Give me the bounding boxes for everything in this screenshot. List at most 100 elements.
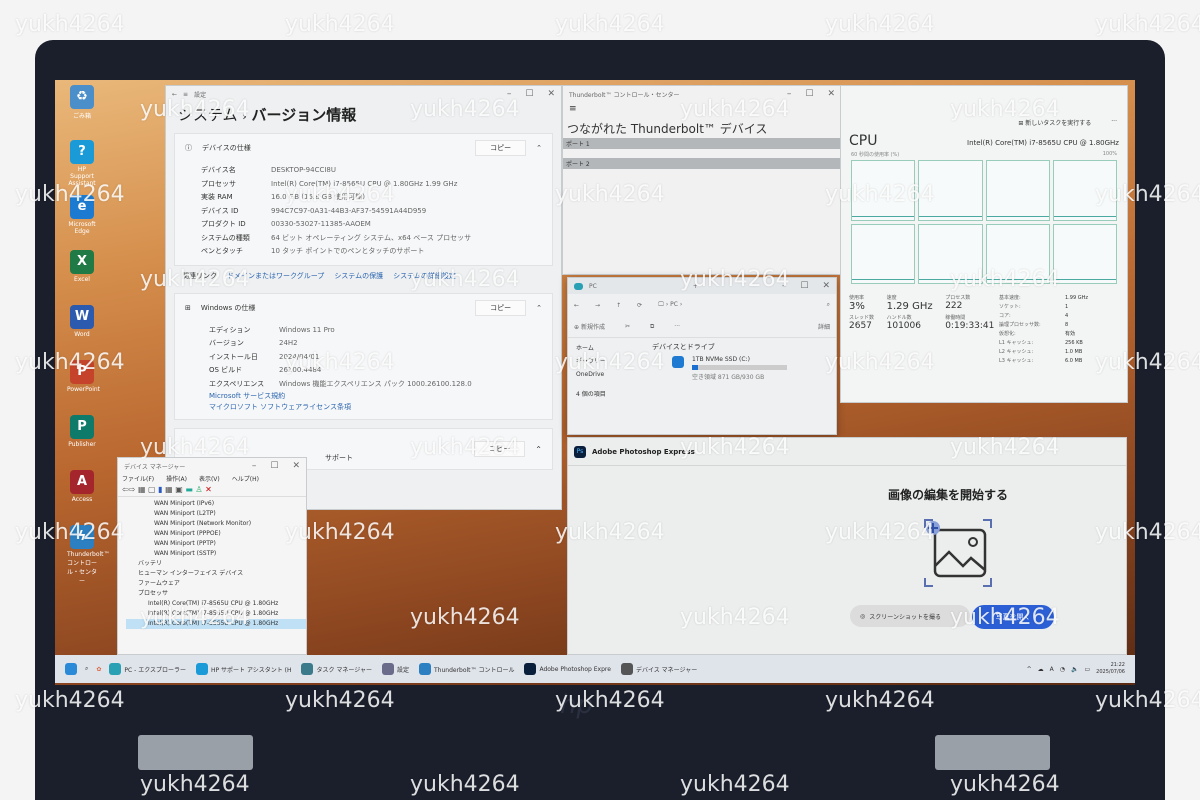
back-icon[interactable]: ← <box>172 91 177 98</box>
link-service-terms[interactable]: Microsoft サービス規約 <box>209 391 542 402</box>
address-bar[interactable]: 🖵 › PC › <box>658 301 682 309</box>
hamburger-icon[interactable]: ≡ <box>563 102 841 116</box>
uninstall-icon[interactable]: ✕ <box>205 485 212 494</box>
desktop-icon[interactable]: ♻ ごみ箱 <box>67 85 97 120</box>
taskbar-app[interactable]: タスク マネージャー <box>301 663 372 675</box>
tree-item[interactable]: WAN Miniport (IPv6) <box>126 499 306 509</box>
close-button[interactable]: ✕ <box>822 281 830 291</box>
desktop-icon[interactable]: P PowerPoint <box>67 360 100 393</box>
forward-icon[interactable]: ⇨ <box>129 485 136 494</box>
chevron-up-icon[interactable]: ⌃ <box>536 304 542 312</box>
desktop-icon[interactable]: W Word <box>67 305 97 338</box>
search-icon[interactable]: ⌕ <box>85 665 88 673</box>
close-button[interactable]: ✕ <box>547 89 555 99</box>
more-icon[interactable]: ··· <box>674 323 680 330</box>
drive-c[interactable]: 1TB NVMe SSD (C:) 空き領域 871 GB/930 GB <box>672 356 787 381</box>
up-icon[interactable]: ↑ <box>616 302 621 309</box>
tree-item[interactable]: WAN Miniport (L2TP) <box>126 509 306 519</box>
minimize-button[interactable]: – <box>252 461 257 471</box>
taskbar-app[interactable]: 設定 <box>381 663 409 675</box>
screenshot-button[interactable]: ◎ スクリーンショットを撮る <box>850 605 970 627</box>
port-1[interactable]: ポート 1 <box>563 138 841 149</box>
tab-pc[interactable]: PC <box>589 283 597 290</box>
chevron-up-icon[interactable]: ⌃ <box>536 144 542 152</box>
menu-icon[interactable]: ≡ <box>183 91 188 98</box>
tree-item-cpu[interactable]: Intel(R) Core(TM) i7-8565U CPU @ 1.80GHz <box>126 609 306 619</box>
taskbar-app[interactable]: HP サポート アシスタント (H <box>196 663 291 675</box>
tree-item[interactable]: WAN Miniport (PPPOE) <box>126 529 306 539</box>
detail-value: 6.0 MB <box>1065 358 1083 364</box>
system-tray[interactable]: ^ ☁ A ◔ 🔈 ▭ 21:22 2025/07/06 <box>1027 662 1125 676</box>
maximize-button[interactable]: ☐ <box>525 89 533 99</box>
tree-category[interactable]: プロセッサ <box>126 589 306 599</box>
port-2[interactable]: ポート 2 <box>563 158 841 169</box>
forward-icon[interactable]: → <box>595 302 600 309</box>
back-icon[interactable]: ← <box>574 302 579 309</box>
taskbar-app[interactable]: PC - エクスプローラー <box>109 663 186 675</box>
tree-item[interactable]: WAN Miniport (PPTP) <box>126 539 306 549</box>
tree-category[interactable]: ファームウェア <box>126 579 306 589</box>
desktop-icon[interactable]: ϟ Thunderbolt™ コントロール・センター <box>67 525 110 585</box>
refresh-icon[interactable]: ⟳ <box>637 302 642 309</box>
add-tab-icon[interactable]: + <box>693 283 698 290</box>
link-advanced[interactable]: システムの詳細設定 <box>393 271 456 281</box>
maximize-button[interactable]: ☐ <box>800 281 808 291</box>
taskbar-app[interactable]: デバイス マネージャー <box>620 663 697 675</box>
menu-item[interactable]: ヘルプ(H) <box>232 474 259 483</box>
spec-value: 26100.4484 <box>279 366 322 374</box>
copy-button[interactable]: コピー <box>474 441 526 457</box>
search-icon[interactable]: ⌕ <box>827 301 830 309</box>
more-icon[interactable]: ··· <box>1111 118 1117 127</box>
tree-item[interactable]: WAN Miniport (SSTP) <box>126 549 306 559</box>
tree-category[interactable]: ヒューマン インターフェイス デバイス <box>126 569 306 579</box>
app-name: 設定 <box>194 91 207 99</box>
tree-item-cpu[interactable]: Intel(R) Core(TM) i7-8565U CPU @ 1.80GHz <box>126 619 306 629</box>
app-icon <box>419 663 431 675</box>
copy-button[interactable]: コピー <box>475 299 527 316</box>
desktop-icon[interactable]: A Access <box>67 470 97 503</box>
spec-value: Windows 11 Pro <box>279 325 335 334</box>
details-button[interactable]: 詳細 <box>818 322 830 331</box>
chevron-up-icon[interactable]: ⌃ <box>535 445 542 454</box>
wifi-icon: ◔ <box>1059 665 1066 673</box>
nav-gallery[interactable]: ギャラリー <box>576 355 640 368</box>
menu-item[interactable]: 操作(A) <box>166 474 187 483</box>
taskbar-app[interactable]: Thunderbolt™ コントロール <box>419 663 514 675</box>
minimize-button[interactable]: – <box>782 281 787 291</box>
detail-row: コア: 4 <box>999 312 1088 321</box>
desktop-icon[interactable]: ? HP Support Assistant <box>67 140 97 187</box>
desktop-icon[interactable]: X Excel <box>67 250 97 283</box>
menu-item[interactable]: ファイル(F) <box>122 474 154 483</box>
detail-label: L2 キャッシュ: <box>999 349 1034 355</box>
watermark: yukh4264 <box>555 12 665 37</box>
link-license[interactable]: マイクロソフト ソフトウェアライセンス条項 <box>209 402 542 413</box>
cut-icon[interactable]: ✂ <box>625 323 630 330</box>
link-protection[interactable]: システムの保護 <box>334 271 383 281</box>
desktop-icon[interactable]: P Publisher <box>67 415 97 448</box>
clock[interactable]: 21:22 2025/07/06 <box>1096 662 1125 676</box>
taskbar-app[interactable]: Adobe Photoshop Expre <box>524 663 611 675</box>
minimize-button[interactable]: – <box>787 89 792 99</box>
run-task-button[interactable]: ⊞ 新しいタスクを実行する <box>1018 118 1091 127</box>
minimize-button[interactable]: – <box>507 89 512 99</box>
close-button[interactable]: ✕ <box>292 461 300 471</box>
maximize-button[interactable]: ☐ <box>805 89 813 99</box>
nav-onedrive[interactable]: OneDrive <box>576 368 640 381</box>
taskbar: ⌕ ✿ PC - エクスプローラー HP サポート アシスタント (H タスク マネ… <box>55 655 1135 683</box>
copy-icon[interactable]: ⧉ <box>650 323 654 331</box>
start-button[interactable] <box>65 663 77 675</box>
new-button[interactable]: ⊕ 新規作成 <box>574 322 605 331</box>
menu-item[interactable]: 表示(V) <box>199 474 220 483</box>
desktop-icon[interactable]: e Microsoft Edge <box>67 195 97 235</box>
link-domain[interactable]: ドメインまたはワークグループ <box>227 271 324 281</box>
tree-item[interactable]: WAN Miniport (Network Monitor) <box>126 519 306 529</box>
copilot-icon[interactable]: ✿ <box>96 666 101 673</box>
copy-button[interactable]: コピー <box>475 140 527 156</box>
close-button[interactable]: ✕ <box>827 89 835 99</box>
maximize-button[interactable]: ☐ <box>270 461 278 471</box>
tree-item-cpu[interactable]: Intel(R) Core(TM) i7-8565U CPU @ 1.80GHz <box>126 599 306 609</box>
open-photo-button[interactable]: 写真を開く <box>972 605 1054 629</box>
nav-home[interactable]: ホーム <box>576 342 640 355</box>
back-icon[interactable]: ⇦ <box>122 485 129 494</box>
tree-category[interactable]: バッテリ <box>126 559 306 569</box>
